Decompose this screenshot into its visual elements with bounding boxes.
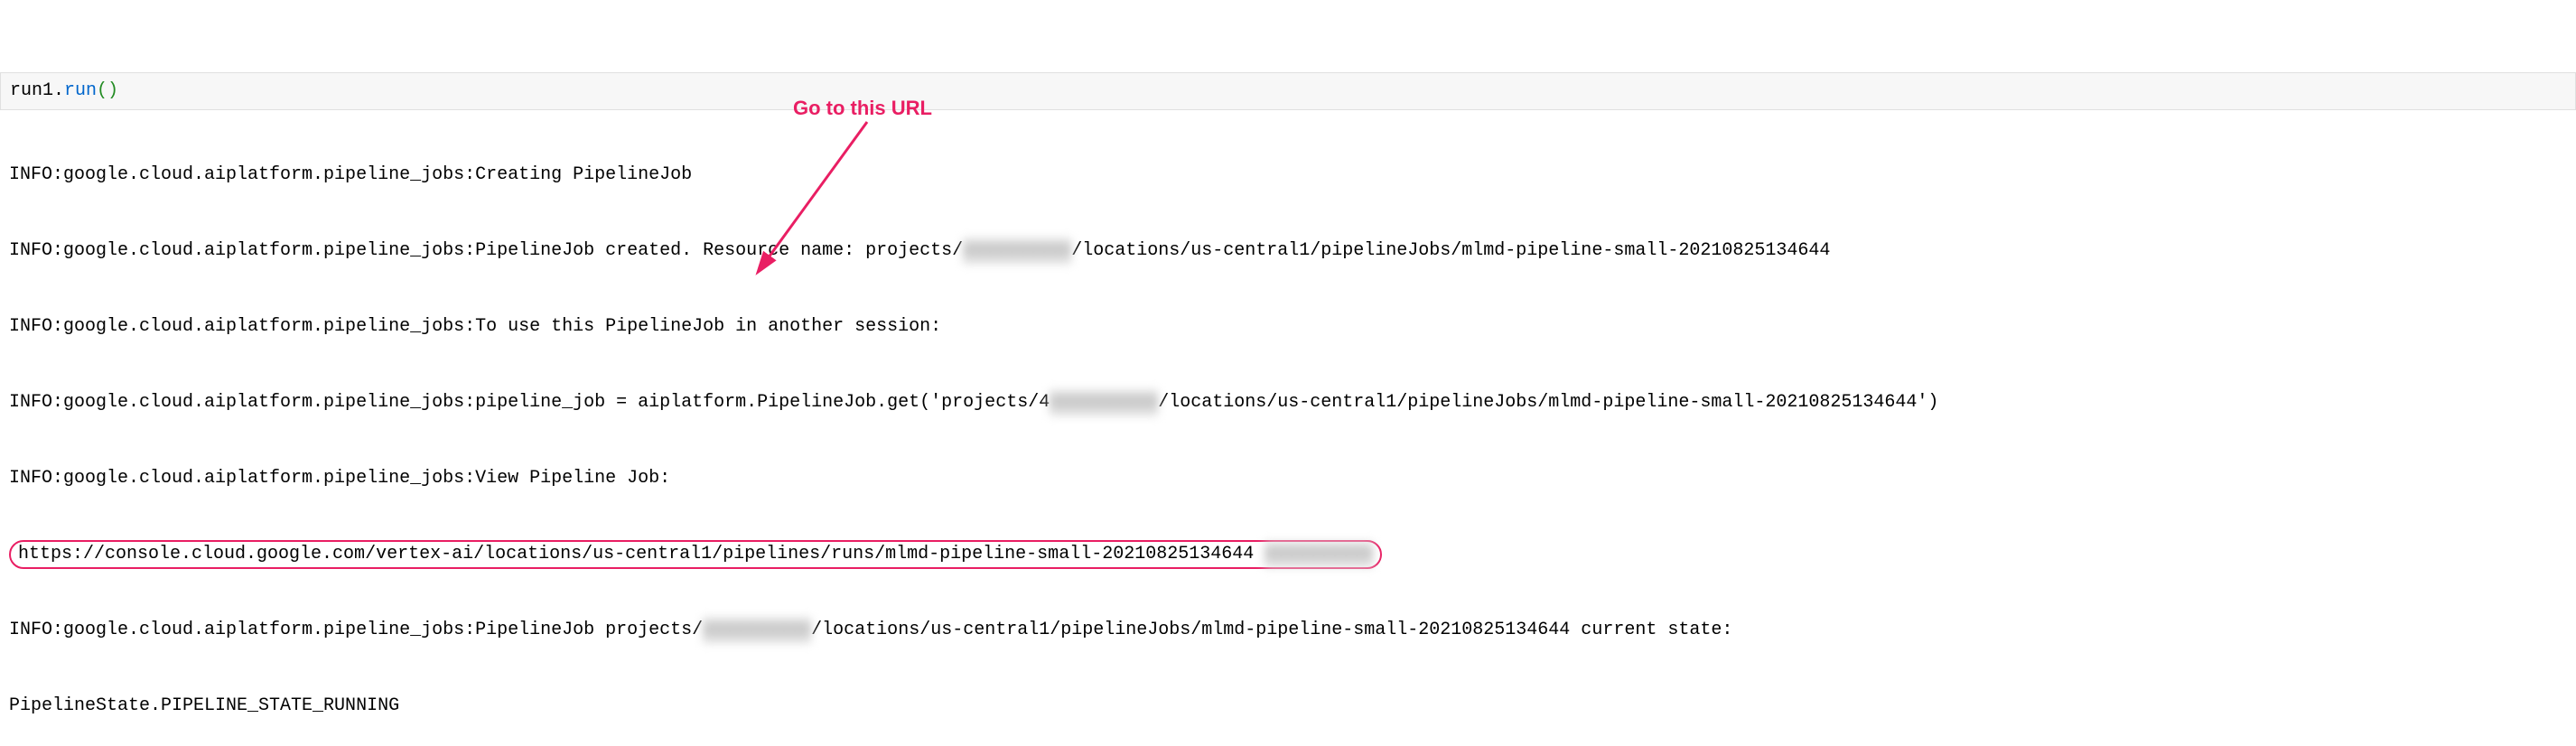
redacted-url-suffix: xxxxxxxxxx [1265,542,1373,567]
code-object: run1. [10,80,64,101]
pipeline-url[interactable]: https://console.cloud.google.com/vertex-… [18,544,1254,564]
log-line-1: INFO:google.cloud.aiplatform.pipeline_jo… [9,163,2567,188]
log-text: Creating PipelineJob [475,164,692,185]
log-text: PipelineJob projects/ [475,620,703,640]
output-block: INFO:google.cloud.aiplatform.pipeline_jo… [0,110,2576,746]
log-text: /locations/us-central1/pipelineJobs/mlmd… [1071,240,1830,261]
log-text: /locations/us-central1/pipelineJobs/mlmd… [1158,392,1938,413]
log-line-7: INFO:google.cloud.aiplatform.pipeline_jo… [9,618,2567,643]
log-prefix: INFO:google.cloud.aiplatform.pipeline_jo… [9,240,475,261]
code-input-cell: run1.run() [0,72,2576,110]
log-prefix: INFO:google.cloud.aiplatform.pipeline_jo… [9,316,475,337]
log-text: To use this PipelineJob in another sessi… [475,316,941,337]
log-text: PipelineJob created. Resource name: proj… [475,240,963,261]
log-line-6: https://console.cloud.google.com/vertex-… [9,542,2567,567]
log-text: /locations/us-central1/pipelineJobs/mlmd… [811,620,1732,640]
log-text: pipeline_job = aiplatform.PipelineJob.ge… [475,392,1050,413]
log-prefix: INFO:google.cloud.aiplatform.pipeline_jo… [9,468,475,489]
log-line-5: INFO:google.cloud.aiplatform.pipeline_jo… [9,466,2567,491]
code-parens: () [97,80,118,101]
log-prefix: INFO:google.cloud.aiplatform.pipeline_jo… [9,392,475,413]
log-line-2: INFO:google.cloud.aiplatform.pipeline_jo… [9,238,2567,264]
log-line-4: INFO:google.cloud.aiplatform.pipeline_jo… [9,390,2567,415]
log-prefix: INFO:google.cloud.aiplatform.pipeline_jo… [9,620,475,640]
log-prefix: INFO:google.cloud.aiplatform.pipeline_jo… [9,164,475,185]
log-text: PipelineState.PIPELINE_STATE_RUNNING [9,695,399,716]
log-line-8: PipelineState.PIPELINE_STATE_RUNNING [9,694,2567,719]
log-text: View Pipeline Job: [475,468,670,489]
redacted-project-id: xxxxxxxxxx [703,618,811,643]
log-line-3: INFO:google.cloud.aiplatform.pipeline_jo… [9,314,2567,340]
code-method: run [64,80,97,101]
annotation-label: Go to this URL [793,95,932,123]
redacted-project-id: xxxxxxxxxx [963,238,1071,264]
url-highlight-ellipse: https://console.cloud.google.com/vertex-… [9,540,1382,569]
redacted-project-id: xxxxxxxxxx [1050,390,1158,415]
